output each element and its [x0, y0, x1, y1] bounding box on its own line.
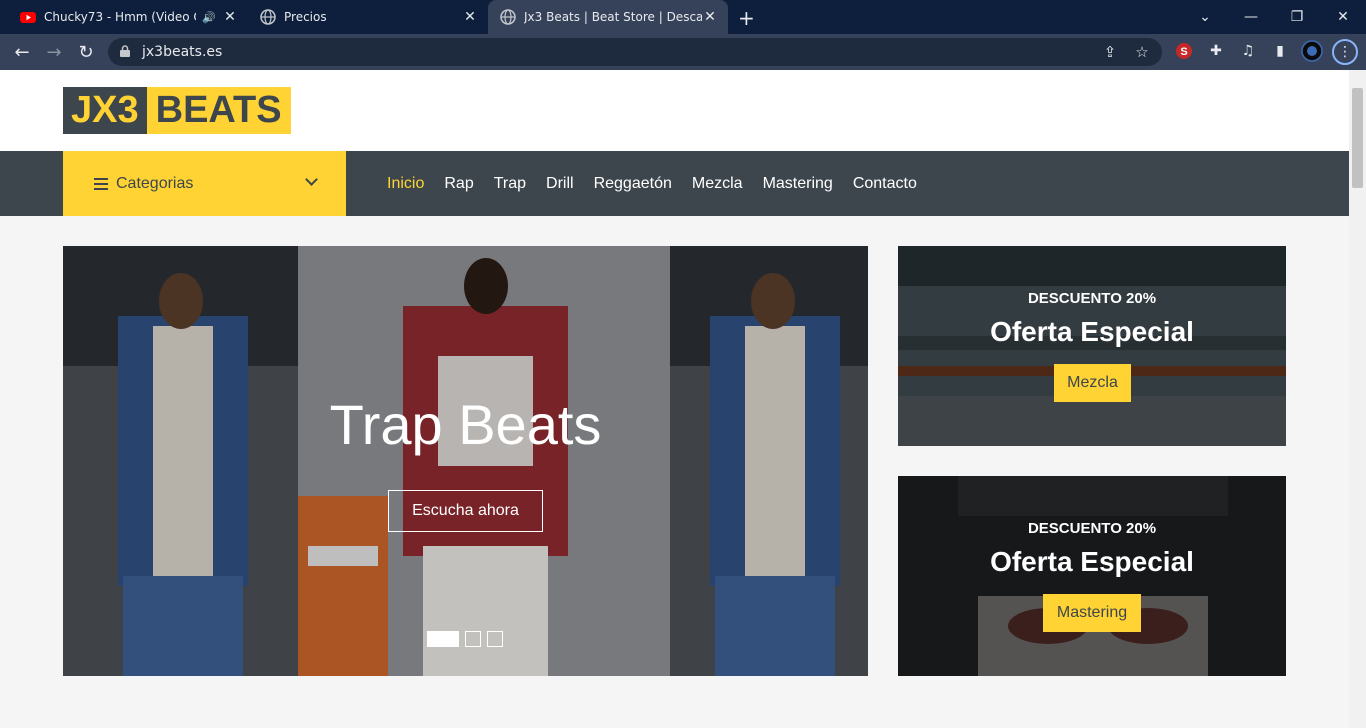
nav-link-drill[interactable]: Drill [546, 175, 574, 193]
carousel-dot-2[interactable] [465, 631, 481, 647]
page-content: JX3 BEATS Categorias Inicio Rap Trap Dri… [0, 70, 1349, 728]
hero-carousel[interactable]: Trap Beats Escucha ahora [63, 246, 868, 676]
close-tab-icon[interactable]: ✕ [702, 9, 718, 25]
scrollbar-thumb[interactable] [1352, 88, 1363, 188]
tab-jx3beats[interactable]: Jx3 Beats | Beat Store | Descarga ✕ [488, 0, 728, 34]
close-tab-icon[interactable]: ✕ [462, 9, 478, 25]
nav-link-reggaeton[interactable]: Reggaetón [594, 175, 672, 193]
url-text[interactable]: jx3beats.es [142, 44, 222, 60]
hero-overlay [63, 246, 868, 676]
offer-card-mezcla: DESCUENTO 20% Oferta Especial Mezcla [898, 246, 1286, 446]
carousel-dot-3[interactable] [487, 631, 503, 647]
mezcla-button[interactable]: Mezcla [1054, 364, 1131, 402]
main-navbar: Categorias Inicio Rap Trap Drill Reggaet… [0, 151, 1349, 216]
chevron-down-icon [305, 173, 318, 186]
profile-avatar-icon[interactable] [1301, 40, 1323, 62]
categories-dropdown[interactable]: Categorias [63, 151, 346, 216]
browser-tab-bar: Chucky73 - Hmm (Video Ofic 🔊 ✕ Precios ✕… [0, 0, 1366, 34]
globe-icon [260, 9, 276, 25]
discount-label: DESCUENTO 20% [1027, 520, 1157, 537]
address-bar[interactable]: jx3beats.es ⇪ ☆ [108, 38, 1162, 66]
svg-text:S: S [1180, 46, 1187, 58]
back-icon[interactable]: ← [10, 40, 34, 64]
side-panel-icon[interactable]: ▮ [1269, 40, 1291, 62]
nav-link-contacto[interactable]: Contacto [853, 175, 917, 193]
new-tab-button[interactable]: + [738, 6, 755, 30]
offer-card-mastering: DESCUENTO 20% Oferta Especial Mastering [898, 476, 1286, 676]
puzzle-extensions-icon[interactable]: ✚ [1205, 40, 1227, 62]
lock-icon[interactable] [120, 45, 130, 57]
tab-search-icon[interactable]: ⌄ [1182, 0, 1228, 34]
media-control-icon[interactable]: ♫ [1237, 40, 1259, 62]
share-icon[interactable]: ⇪ [1100, 42, 1120, 62]
hamburger-icon [94, 177, 108, 190]
bookmark-star-icon[interactable]: ☆ [1132, 42, 1152, 62]
tab-title: Chucky73 - Hmm (Video Ofic [44, 10, 196, 24]
tab-youtube[interactable]: Chucky73 - Hmm (Video Ofic 🔊 ✕ [8, 0, 248, 34]
site-header: JX3 BEATS [0, 70, 1349, 151]
nav-link-trap[interactable]: Trap [494, 175, 526, 193]
tab-title: Jx3 Beats | Beat Store | Descarga [524, 10, 702, 24]
discount-label: DESCUENTO 20% [1027, 290, 1157, 307]
offer-title: Oferta Especial [990, 546, 1194, 577]
logo-part-2: BEATS [146, 87, 291, 134]
restore-button[interactable]: ❐ [1274, 0, 1320, 34]
nav-menu: Inicio Rap Trap Drill Reggaetón Mezcla M… [387, 151, 937, 216]
extension-icon[interactable]: S [1173, 40, 1195, 62]
carousel-dot-1[interactable] [427, 631, 459, 647]
nav-link-rap[interactable]: Rap [444, 175, 473, 193]
offer-title: Oferta Especial [990, 316, 1194, 347]
browser-toolbar: ← → ↻ jx3beats.es ⇪ ☆ S ✚ ♫ ▮ ⋮ [0, 34, 1366, 70]
close-tab-icon[interactable]: ✕ [222, 9, 238, 25]
listen-now-button[interactable]: Escucha ahora [388, 490, 543, 532]
hero-title: Trap Beats [329, 393, 602, 456]
minimize-button[interactable]: — [1228, 0, 1274, 34]
nav-link-inicio[interactable]: Inicio [387, 175, 424, 193]
youtube-icon [20, 12, 36, 23]
audio-icon[interactable]: 🔊 [202, 11, 216, 24]
page-scrollbar[interactable] [1349, 70, 1366, 728]
tab-title: Precios [284, 10, 327, 24]
nav-link-mezcla[interactable]: Mezcla [692, 175, 743, 193]
carousel-indicators [427, 631, 509, 647]
browser-menu-icon[interactable]: ⋮ [1332, 39, 1358, 65]
reload-icon[interactable]: ↻ [74, 40, 98, 64]
site-logo[interactable]: JX3 BEATS [63, 87, 291, 134]
forward-icon[interactable]: → [42, 40, 66, 64]
nav-link-mastering[interactable]: Mastering [763, 175, 833, 193]
tab-precios[interactable]: Precios ✕ [248, 0, 488, 34]
categories-label: Categorias [116, 174, 194, 192]
mastering-button[interactable]: Mastering [1043, 594, 1141, 632]
logo-part-1: JX3 [63, 87, 147, 134]
close-window-button[interactable]: ✕ [1320, 0, 1366, 34]
globe-icon [500, 9, 516, 25]
